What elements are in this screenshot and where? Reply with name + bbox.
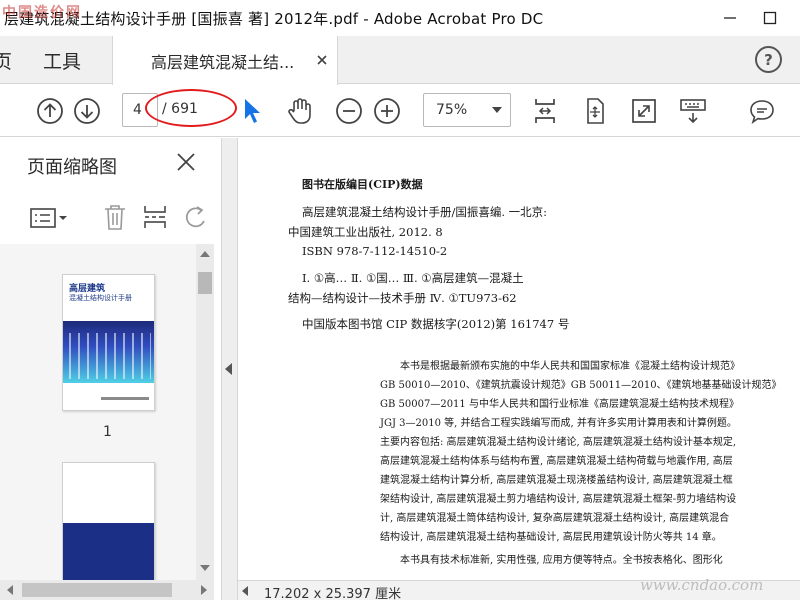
- body-line: 主要内容包括: 高层建筑混凝土结构设计绪论, 高层建筑混凝土结构设计基本规定,: [380, 437, 737, 448]
- watermark-bottom-right: www.cndao.com: [640, 576, 764, 594]
- thumbnail-horizontal-scrollbar[interactable]: [0, 580, 214, 600]
- collapse-left-icon[interactable]: [225, 363, 232, 375]
- keyboard-down-icon: [680, 99, 706, 124]
- page-thumbnail-1[interactable]: 高层建筑 混凝土结构设计手册: [62, 274, 155, 411]
- page-rotate-icon: [587, 98, 604, 124]
- extract-pages-icon[interactable]: [141, 202, 169, 232]
- thumbnail-2-band: [63, 523, 154, 580]
- cip-line: 结构—结构设计—技术手册 Ⅳ. ①TU973-62: [288, 291, 517, 305]
- body-line: 建筑混凝土结构计算分析, 高层建筑混凝土现浇楼盖结构设计, 高层建筑混凝土框: [380, 475, 733, 486]
- thumbnail-cover-subtitle: 混凝土结构设计手册: [69, 294, 132, 302]
- comment-button[interactable]: [746, 95, 778, 127]
- chevron-down-icon: [492, 107, 502, 113]
- thumbnail-list[interactable]: 高层建筑 混凝土结构设计手册 1: [0, 244, 196, 580]
- red-annotation-ellipse: [145, 89, 237, 127]
- cip-line: 高层建筑混凝土结构设计手册/国振喜编. 一北京:: [302, 205, 548, 219]
- next-page-button[interactable]: [71, 95, 103, 127]
- cip-line: ISBN 978-7-112-14510-2: [302, 244, 448, 258]
- tab-close-icon[interactable]: [316, 54, 328, 66]
- comment-icon: [750, 100, 774, 124]
- thumbnail-cover-publisher: [101, 397, 149, 400]
- fit-page-icon: [535, 99, 555, 123]
- hand-tool-button[interactable]: [284, 95, 316, 127]
- minimize-button[interactable]: [716, 4, 744, 32]
- zoom-in-icon: [374, 98, 400, 124]
- help-icon: ?: [764, 50, 773, 69]
- maximize-button[interactable]: [756, 4, 784, 32]
- thumbnail-panel: 页面缩略图 高层建筑 混凝土结构设计手册 1: [0, 138, 222, 600]
- tab-home[interactable]: 页: [0, 36, 12, 84]
- body-line: 计, 高层建筑混凝土筒体结构设计, 复杂高层建筑混凝土结构设计, 高层建筑混合: [380, 513, 730, 524]
- panel-toolbar: [0, 196, 222, 242]
- body-line: 结构设计, 高层建筑混凝土结构基础设计, 高层民用建筑设计防火等共 14 章。: [380, 532, 722, 543]
- thumbnail-page-number: 1: [103, 424, 112, 440]
- title-bar: 层建筑混凝土结构设计手册 [国振喜 著] 2012年.pdf - Adobe A…: [0, 0, 800, 36]
- page-dimensions: 17.202 x 25.397 厘米: [264, 587, 402, 600]
- zoom-select[interactable]: 75%: [423, 93, 511, 127]
- body-line: GB 50010—2010、《建筑抗震设计规范》GB 50011—2010、《建…: [380, 380, 782, 391]
- help-button[interactable]: ?: [755, 46, 782, 73]
- rotate-clockwise-icon[interactable]: [184, 202, 208, 232]
- thumbnail-cover-building: [69, 333, 151, 379]
- toolbar: [0, 85, 800, 137]
- maximize-icon: [763, 11, 777, 25]
- status-collapse-icon[interactable]: [242, 586, 248, 596]
- arrow-up-circle-icon: [37, 98, 63, 124]
- scrollbar-thumb[interactable]: [198, 272, 212, 294]
- page-thumbnail-2[interactable]: [62, 462, 155, 580]
- scroll-down-icon[interactable]: [200, 564, 210, 572]
- cip-line: 中国建筑工业出版社, 2012. 8: [288, 225, 443, 239]
- cip-line: Ⅰ. ①高… Ⅱ. ①国… Ⅲ. ①高层建筑—混凝土: [302, 271, 524, 285]
- watermark-top-left: 中国造价网: [2, 5, 82, 21]
- zoom-out-button[interactable]: [333, 95, 365, 127]
- body-line: 本书是根据最新颁布实施的中华人民共和国国家标准《混凝土结构设计规范》: [400, 361, 740, 372]
- body-line: 架结构设计, 高层建筑混凝土剪力墙结构设计, 高层建筑混凝土框架-剪力墙结构设: [380, 494, 737, 505]
- horizontal-scrollbar-thumb[interactable]: [22, 583, 172, 597]
- document-view[interactable]: 图书在版编目(CIP)数据 高层建筑混凝土结构设计手册/国振喜编. 一北京: 中…: [238, 138, 800, 600]
- acrobat-window: 层建筑混凝土结构设计手册 [国振喜 著] 2012年.pdf - Adobe A…: [0, 0, 800, 600]
- tab-row: 页 工具 高层建筑混凝土结... ?: [0, 36, 800, 85]
- tab-document[interactable]: 高层建筑混凝土结...: [112, 36, 338, 85]
- previous-page-button[interactable]: [34, 95, 66, 127]
- cip-heading: 图书在版编目(CIP)数据: [302, 178, 423, 191]
- full-screen-icon: [632, 99, 656, 123]
- scroll-left-icon[interactable]: [6, 585, 14, 595]
- fit-page-button[interactable]: [529, 95, 561, 127]
- body-line: GB 50007—2011 与中华人民共和国行业标准《高层建筑混凝土结构技术规程…: [380, 399, 739, 410]
- zoom-in-button[interactable]: [371, 95, 403, 127]
- panel-close-icon[interactable]: [174, 150, 198, 174]
- thumbnail-vertical-scrollbar[interactable]: [196, 244, 214, 580]
- body-line: 高层建筑混凝土结构体系与结构布置, 高层建筑混凝土结构荷载与地震作用, 高层: [380, 456, 733, 467]
- panel-title: 页面缩略图: [27, 157, 117, 178]
- body-line: JGJ 3—2010 等, 并结合工程实践编写而成, 并有许多实用计算用表和计算…: [380, 418, 737, 429]
- hand-icon: [288, 98, 311, 124]
- zoom-value: 75%: [436, 102, 468, 118]
- rotate-page-button[interactable]: [579, 95, 611, 127]
- scroll-up-icon[interactable]: [200, 250, 210, 258]
- cursor-arrow-icon: [245, 99, 260, 123]
- tab-document-label: 高层建筑混凝土结...: [151, 52, 295, 72]
- tab-home-label: 页: [0, 50, 12, 73]
- select-tool-button[interactable]: [236, 95, 268, 127]
- thumbnail-options-icon[interactable]: [30, 206, 70, 230]
- tab-tools-label: 工具: [42, 50, 81, 73]
- scroll-right-icon[interactable]: [200, 585, 208, 595]
- trash-icon[interactable]: [101, 202, 129, 232]
- tab-tools[interactable]: 工具: [12, 36, 112, 84]
- zoom-out-icon: [336, 98, 362, 124]
- minimize-icon: [724, 17, 736, 19]
- panel-collapse-strip[interactable]: [222, 138, 238, 600]
- keyboard-button[interactable]: [677, 95, 709, 127]
- arrow-down-circle-icon: [74, 98, 100, 124]
- page-current: 4: [133, 102, 142, 118]
- cip-line: 中国版本图书馆 CIP 数据核字(2012)第 161747 号: [302, 317, 570, 331]
- body-line: 本书具有技术标准新, 实用性强, 应用方便等特点。全书按表格化、图形化: [400, 555, 723, 566]
- full-screen-button[interactable]: [628, 95, 660, 127]
